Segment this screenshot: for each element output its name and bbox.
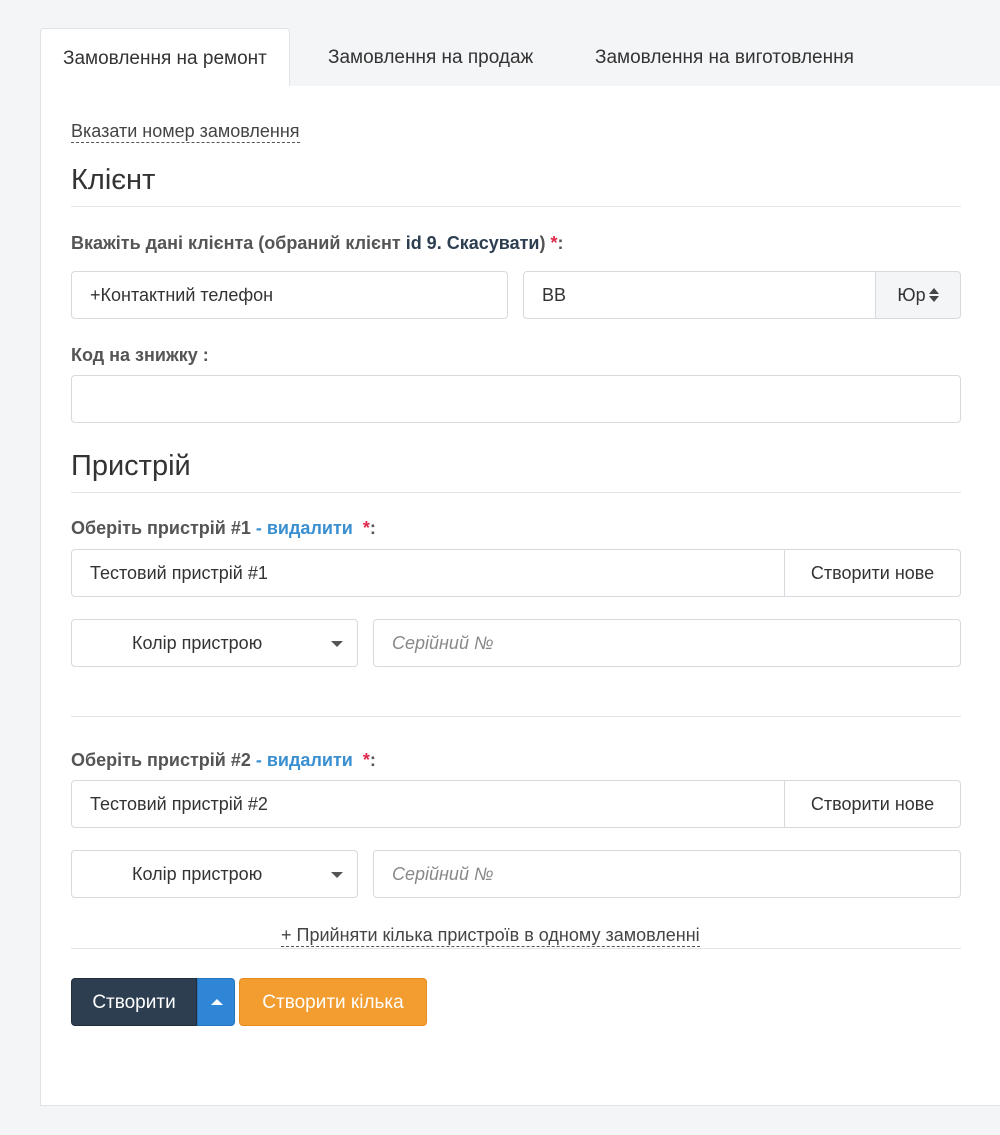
tab-repair-order[interactable]: Замовлення на ремонт — [40, 28, 290, 88]
delete-device-2-link[interactable]: - видалити — [256, 750, 353, 770]
device-2-color-select[interactable]: Колір пристрою — [71, 850, 358, 898]
device-1-serial-input[interactable]: Серійний № — [373, 619, 961, 667]
device-2-create-new-button[interactable]: Створити нове — [785, 780, 961, 828]
tab-sale-order[interactable]: Замовлення на продаж — [306, 28, 555, 87]
discount-code-label: Код на знижку : — [71, 345, 209, 365]
device-1-label: Оберіть пристрій #1 - видалити *: — [71, 516, 376, 540]
delete-device-1-link[interactable]: - видалити — [256, 518, 353, 538]
create-button[interactable]: Створити — [71, 978, 197, 1026]
sort-arrows-icon — [928, 288, 939, 302]
cancel-client-link[interactable]: Скасувати — [447, 233, 540, 253]
client-section-title: Клієнт — [71, 162, 961, 207]
device-label-text: Оберіть пристрій #2 — [71, 750, 251, 770]
actions-divider — [71, 948, 961, 949]
client-data-label: Вкажіть дані клієнта (обраний клієнт id … — [71, 231, 564, 255]
caret-up-icon — [211, 999, 223, 1005]
device-label-text: Оберіть пристрій #1 — [71, 518, 251, 538]
caret-down-icon — [331, 641, 343, 647]
create-options-toggle[interactable] — [197, 978, 235, 1026]
device-2-serial-input[interactable]: Серійний № — [373, 850, 961, 898]
required-mark: * — [550, 233, 558, 253]
client-phone-field[interactable]: +Контактний телефон — [71, 271, 508, 319]
client-id-text: id 9. — [405, 233, 442, 253]
required-mark: * — [362, 518, 370, 538]
client-label-suffix: ) — [539, 233, 546, 253]
device-1-color-select[interactable]: Колір пристрою — [71, 619, 358, 667]
discount-code-input[interactable] — [71, 375, 961, 423]
client-type-select[interactable]: Юр — [876, 271, 961, 319]
order-type-tabs: Замовлення на ремонт Замовлення на прода… — [40, 28, 1000, 88]
add-multiple-devices-link[interactable]: + Прийняти кілька пристроїв в одному зам… — [281, 924, 700, 947]
color-select-label: Колір пристрою — [132, 633, 263, 653]
required-mark: * — [362, 750, 370, 770]
device-1-create-new-button[interactable]: Створити нове — [785, 549, 961, 597]
device-divider — [71, 716, 961, 717]
tab-manufacturing-order[interactable]: Замовлення на виготовлення — [573, 28, 876, 87]
device-2-input[interactable]: Тестовий пристрій #2 — [71, 780, 785, 828]
label-colon: : — [369, 750, 376, 770]
client-label-text: Вкажіть дані клієнта (обраний клієнт — [71, 233, 406, 253]
caret-down-icon — [331, 872, 343, 878]
client-type-label: Юр — [897, 285, 926, 305]
label-colon: : — [557, 233, 564, 253]
order-form-panel: Вказати номер замовлення Клієнт Вкажіть … — [40, 86, 1000, 1106]
device-section-title: Пристрій — [71, 448, 961, 493]
label-colon: : — [369, 518, 376, 538]
create-many-button[interactable]: Створити кілька — [239, 978, 427, 1026]
client-name-field[interactable]: ВВ — [523, 271, 876, 319]
device-1-input[interactable]: Тестовий пристрій #1 — [71, 549, 785, 597]
device-2-label: Оберіть пристрій #2 - видалити *: — [71, 748, 376, 772]
specify-order-number-link[interactable]: Вказати номер замовлення — [71, 120, 300, 143]
color-select-label: Колір пристрою — [132, 864, 263, 884]
